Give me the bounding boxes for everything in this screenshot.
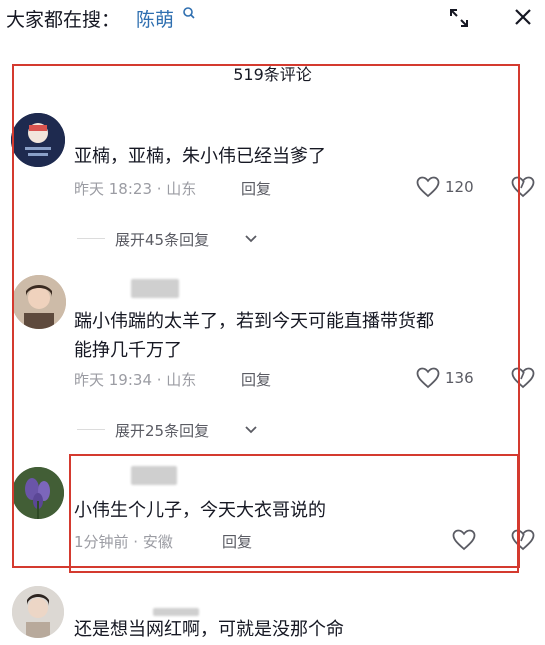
comment-meta: 1分钟前 · 安徽 <box>74 533 173 551</box>
comment-text: 亚楠，亚楠，朱小伟已经当爹了 <box>74 146 326 167</box>
comment-count: 519条评论 <box>233 65 312 84</box>
search-prefix: 大家都在搜： <box>6 9 121 31</box>
dislike-icon[interactable] <box>511 367 535 389</box>
like-count: 136 <box>445 369 474 387</box>
dislike-icon[interactable] <box>511 176 535 198</box>
comment-text: 小伟生个儿子，今天大衣哥说的 <box>74 500 326 521</box>
expand-replies-button[interactable]: 展开25条回复 <box>115 420 209 441</box>
top-bar: 大家都在搜： 陈萌 <box>0 0 545 40</box>
reply-button[interactable]: 回复 <box>222 531 252 552</box>
blurred-username <box>131 466 177 485</box>
expand-replies-button[interactable]: 展开45条回复 <box>115 229 209 250</box>
close-icon[interactable] <box>513 7 533 27</box>
like-icon[interactable] <box>452 529 476 551</box>
fullscreen-icon[interactable] <box>447 6 471 30</box>
comment-meta: 昨天 18:23 · 山东 <box>74 180 197 198</box>
dislike-icon[interactable] <box>511 529 535 551</box>
avatar[interactable] <box>12 467 64 519</box>
avatar[interactable] <box>12 275 66 329</box>
like-icon[interactable] <box>416 176 440 198</box>
search-term-link[interactable]: 陈萌 <box>136 5 174 32</box>
comment-text: 踹小伟踹的太羊了，若到今天可能直播带货都 <box>74 311 434 332</box>
comment-text: 能挣几千万了 <box>74 340 182 361</box>
comment-meta: 昨天 19:34 · 山东 <box>74 371 197 389</box>
reply-button[interactable]: 回复 <box>241 178 271 199</box>
divider <box>77 238 105 239</box>
reply-button[interactable]: 回复 <box>241 369 271 390</box>
comment-text: 还是想当网红啊，可就是没那个命 <box>74 619 344 640</box>
like-icon[interactable] <box>416 367 440 389</box>
avatar[interactable] <box>12 586 64 638</box>
chevron-down-icon <box>244 425 258 435</box>
avatar[interactable] <box>11 113 65 167</box>
chevron-down-icon <box>244 234 258 244</box>
divider <box>77 429 105 430</box>
blurred-username <box>131 279 179 298</box>
like-count: 120 <box>445 178 474 196</box>
search-icon <box>182 6 196 20</box>
